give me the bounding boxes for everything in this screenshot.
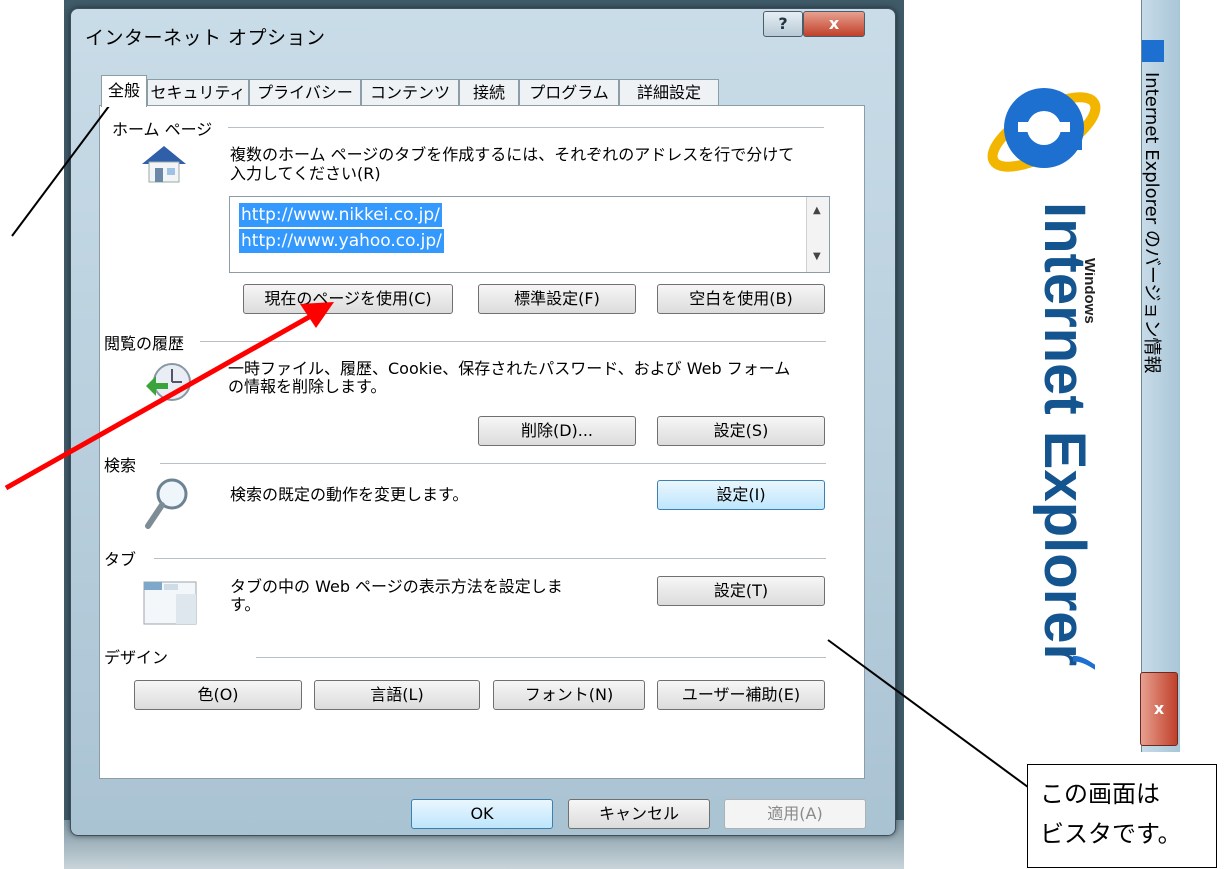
callout-box: この画面は ビスタです。 [1027, 764, 1217, 868]
callout-pointer-line [827, 639, 1033, 791]
callout-line2: ビスタです。 [1040, 820, 1182, 848]
tab-general[interactable]: 全般 [101, 75, 147, 107]
red-arrow-head-icon [300, 302, 334, 328]
black-arrow-line [11, 93, 119, 237]
annotation-overlay [4, 84, 1033, 791]
callout-line1: この画面は [1040, 780, 1160, 808]
red-arrow-line [4, 309, 320, 491]
